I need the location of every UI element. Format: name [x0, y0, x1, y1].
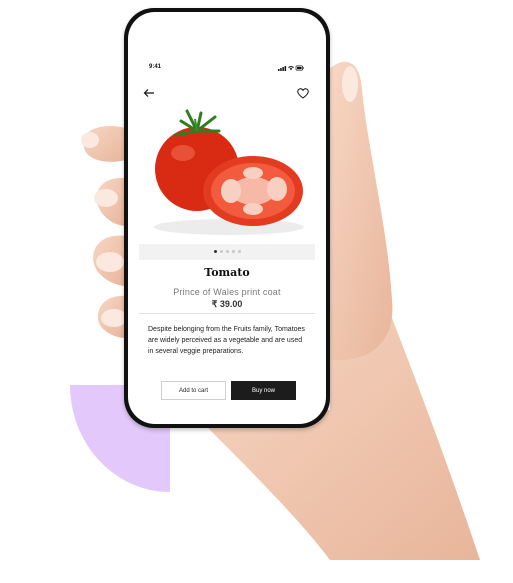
carousel-dot[interactable]	[231, 250, 235, 253]
phone-frame: 9:41 Tomato Prince of Wales print coat ₹…	[124, 8, 330, 428]
carousel-dot[interactable]	[225, 250, 229, 253]
divider	[139, 313, 315, 314]
product-price: ₹ 39.00	[211, 299, 243, 309]
product-description: Despite belonging from the Fruits family…	[148, 326, 305, 355]
heart-icon[interactable]	[296, 86, 310, 100]
battery-icon	[295, 65, 304, 71]
top-nav	[128, 86, 326, 102]
phone-screen: 9:41 Tomato Prince of Wales print coat ₹…	[128, 12, 326, 424]
wifi-icon	[288, 65, 294, 71]
carousel-dot-active[interactable]	[213, 250, 217, 253]
add-to-cart-button[interactable]: Add to cart	[161, 381, 226, 400]
status-icons	[278, 65, 304, 71]
carousel-dot[interactable]	[219, 250, 223, 253]
product-image-tomato[interactable]	[139, 105, 315, 245]
buy-now-button[interactable]: Buy now	[231, 381, 296, 400]
product-subtitle: Prince of Wales print coat	[173, 287, 281, 297]
image-carousel-indicator	[139, 244, 315, 260]
carousel-dot[interactable]	[237, 250, 241, 253]
signal-icon	[278, 66, 287, 71]
product-name: Tomato	[204, 266, 250, 279]
back-arrow-icon[interactable]	[142, 86, 156, 100]
status-time: 9:41	[149, 64, 162, 70]
status-bar: 9:41	[128, 64, 326, 76]
